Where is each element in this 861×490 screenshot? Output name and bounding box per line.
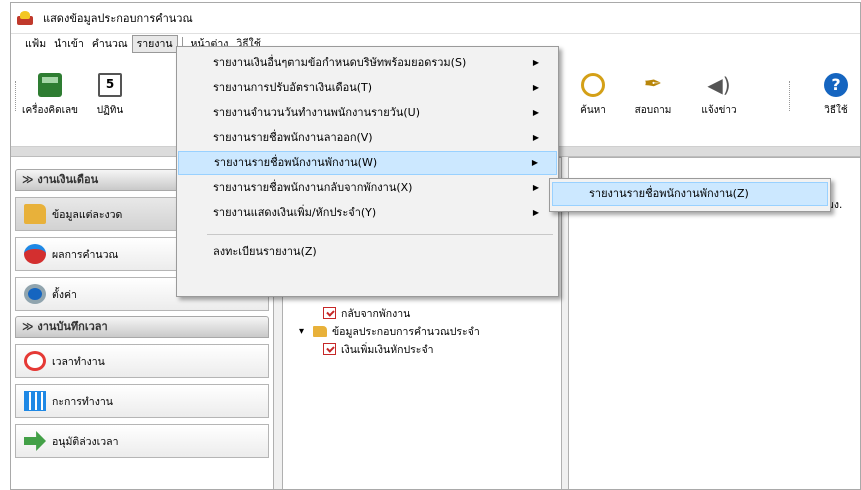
report-dropdown-menu: รายงานเงินอื่นๆตามข้อกำหนดบริษัทพร้อมยอด… [176, 46, 559, 297]
menu-calculate[interactable]: คำนวณ [88, 35, 132, 53]
gear-icon [24, 284, 46, 304]
submenu-item-suspended-list[interactable]: รายงานรายชื่อพนักงานพักงาน(Z) [552, 182, 828, 206]
ask-label: สอบถาม [634, 105, 672, 116]
menu-item-register-report[interactable]: ลงทะเบียนรายงาน(Z) [178, 240, 557, 264]
tree-node[interactable]: เงินเพิ่มเงินหักประจำ [299, 340, 480, 358]
calculator-icon [38, 73, 62, 97]
menu-item-returned-report[interactable]: รายงานรายชื่อพนักงานกลับจากพักงาน(X) ▶ [178, 176, 557, 200]
calendar-icon: 5 [98, 73, 122, 97]
search-label: ค้นหา [580, 105, 606, 116]
folder-icon [24, 204, 46, 224]
help-button[interactable]: ? วิธีใช้ [803, 73, 860, 118]
pen-icon: ✒ [643, 72, 663, 97]
menu-item-additions-deductions-report[interactable]: รายงานแสดงเงินเพิ่ม/หักประจำ(Y) ▶ [178, 201, 557, 225]
search-icon [581, 73, 605, 97]
calculator-label: เครื่องคิดเลข [22, 105, 78, 116]
menu-report[interactable]: รายงาน [131, 34, 178, 53]
sidebar-item-shifts[interactable]: กะการทำงาน [15, 384, 269, 418]
sidebar-item-overtime-approval[interactable]: อนุมัติล่วงเวลา [15, 424, 269, 458]
menu-import[interactable]: นำเข้า [50, 35, 88, 53]
app-logo-icon [17, 10, 35, 26]
collapse-icon: ≫ [22, 173, 38, 186]
news-button[interactable]: ◀) แจ้งข่าว [686, 73, 752, 118]
arrow-icon [24, 431, 46, 451]
tree-node-folder[interactable]: ▾ ข้อมูลประกอบการคำนวณประจำ [299, 322, 480, 340]
ask-button[interactable]: ✒ สอบถาม [620, 73, 686, 118]
menu-separator [207, 234, 553, 235]
toolbar-grip[interactable] [789, 81, 791, 111]
help-label: วิธีใช้ [824, 105, 848, 116]
suspended-report-submenu: รายงานรายชื่อพนักงานพักงาน(Z) [549, 178, 831, 212]
menu-item-workdays-report[interactable]: รายงานจำนวนวันทำงานพนักงานรายวัน(U) ▶ [178, 101, 557, 125]
calendar-label: ปฏิทิน [96, 105, 124, 116]
sidebar-section-time[interactable]: ≫ งานบันทึกเวลา [15, 316, 269, 338]
menu-item-salary-adjustment-report[interactable]: รายงานการปรับอัตราเงินเดือน(T) ▶ [178, 76, 557, 100]
submenu-arrow-icon: ▶ [532, 108, 539, 117]
submenu-arrow-icon: ▶ [531, 158, 538, 167]
sidebar-item-work-time[interactable]: เวลาทำงาน [15, 344, 269, 378]
help-icon: ? [824, 73, 848, 97]
submenu-arrow-icon: ▶ [532, 133, 539, 142]
document-check-icon [323, 307, 336, 319]
submenu-arrow-icon: ▶ [532, 208, 539, 217]
calculator-button[interactable]: เครื่องคิดเลข [17, 73, 83, 118]
collapse-icon: ≫ [22, 320, 38, 333]
shift-grid-icon [24, 391, 46, 411]
menu-item-suspended-report[interactable]: รายงานรายชื่อพนักงานพักงาน(W) ▶ [178, 151, 557, 175]
calendar-button[interactable]: 5 ปฏิทิน [77, 73, 143, 118]
results-icon [24, 244, 46, 264]
window-title: แสดงข้อมูลประกอบการคำนวณ [43, 12, 193, 25]
submenu-arrow-icon: ▶ [532, 58, 539, 67]
clock-icon [24, 351, 46, 371]
folder-icon [313, 325, 327, 337]
document-check-icon [323, 343, 336, 355]
tree-node[interactable]: กลับจากพักงาน [299, 304, 480, 322]
menu-file[interactable]: แฟ้ม [21, 35, 50, 53]
submenu-arrow-icon: ▶ [532, 83, 539, 92]
chevron-down-icon[interactable]: ▾ [299, 326, 313, 337]
title-bar: แสดงข้อมูลประกอบการคำนวณ [11, 3, 860, 33]
main-window: แสดงข้อมูลประกอบการคำนวณ แฟ้ม นำเข้า คำน… [10, 2, 861, 490]
menu-item-other-income-report[interactable]: รายงานเงินอื่นๆตามข้อกำหนดบริษัทพร้อมยอด… [178, 51, 557, 75]
submenu-arrow-icon: ▶ [532, 183, 539, 192]
data-tree: กลับจากพักงาน ▾ ข้อมูลประกอบการคำนวณประจ… [299, 304, 480, 358]
search-button[interactable]: ค้นหา [560, 73, 626, 118]
menu-item-resigned-report[interactable]: รายงานรายชื่อพนักงานลาออก(V) ▶ [178, 126, 557, 150]
speaker-icon: ◀) [707, 73, 731, 97]
news-label: แจ้งข่าว [701, 105, 737, 116]
